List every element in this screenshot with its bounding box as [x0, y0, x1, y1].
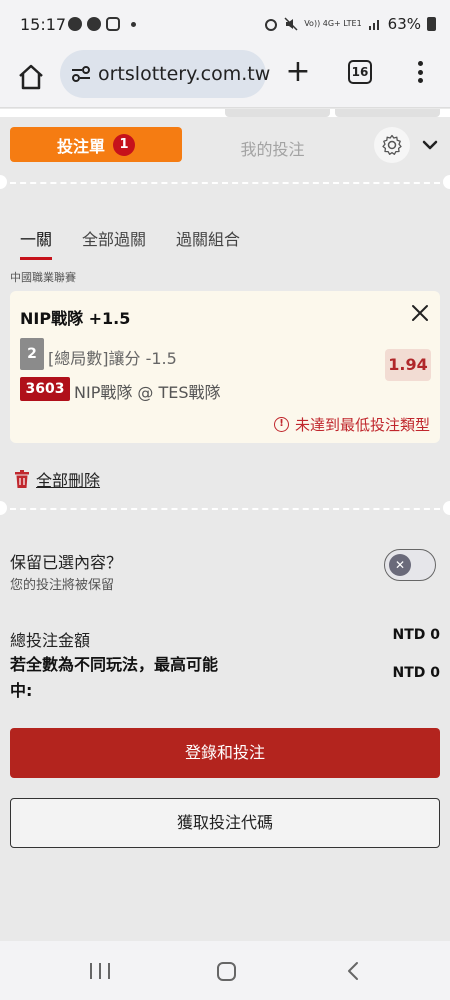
total-stake-value: NTD 0: [392, 627, 440, 643]
recent-apps-icon[interactable]: [90, 963, 110, 979]
alert-icon: !: [273, 417, 289, 432]
gear-icon: [382, 134, 402, 155]
slip-count-badge: 1: [113, 133, 135, 156]
max-win-value: NTD 0: [392, 665, 440, 681]
nav-home-icon[interactable]: [217, 962, 236, 981]
delete-all-link[interactable]: 全部刪除: [14, 467, 100, 491]
event-text: NIP戰隊 @ TES戰隊: [74, 383, 221, 402]
delete-all-label[interactable]: 全部刪除: [36, 467, 100, 491]
site-settings-icon[interactable]: [70, 64, 92, 84]
battery-percent: 63%: [387, 15, 421, 33]
selection-name: NIP戰隊 +1.5: [20, 309, 131, 328]
alarm-icon: [265, 19, 278, 31]
browser-toolbar: ortslottery.com.tw + 16: [0, 50, 450, 108]
toggle-off-icon: ✕: [389, 554, 411, 576]
chevron-down-icon[interactable]: [420, 136, 440, 154]
login-and-bet-button[interactable]: 登錄和投注: [10, 728, 440, 778]
battery-icon: [427, 17, 436, 31]
signal-icon: [368, 20, 379, 30]
chrome-icon: [68, 17, 82, 31]
warning-message: ! 未達到最低投注類型: [273, 414, 430, 435]
system-nav-bar: [0, 941, 450, 1000]
status-bar: 15:17 Vo)) 4G+ LTE1 63%: [0, 0, 450, 50]
more-menu-icon[interactable]: [410, 58, 430, 86]
divider-notch-left: [0, 175, 7, 189]
line-icon: [87, 17, 101, 31]
network-indicator: Vo)) 4G+ LTE1: [304, 19, 362, 28]
retain-selection-subtitle: 您的投注將被保留: [10, 578, 115, 593]
tab-betslip[interactable]: 投注單 1: [10, 127, 182, 162]
tab-all-parlay[interactable]: 全部過關: [82, 226, 146, 258]
trash-icon: [15, 470, 29, 488]
close-icon[interactable]: [410, 303, 430, 323]
retain-selection-title: 保留已選內容？: [10, 553, 123, 572]
divider-notch-right: [443, 175, 450, 189]
system-icons: Vo)) 4G+ LTE1 63%: [264, 15, 436, 33]
bet-selection-card: NIP戰隊 +1.5 2 [總局數]讓分 -1.5 1.94 3603 NIP戰…: [10, 291, 440, 443]
more-notifications-icon: [131, 21, 136, 27]
mute-icon: [284, 17, 298, 31]
market-text: [總局數]讓分 -1.5: [48, 349, 177, 368]
divider-top: [10, 182, 440, 184]
instagram-icon: [106, 17, 120, 31]
new-tab-icon[interactable]: +: [284, 57, 312, 87]
bet-type-tabs: 一關 全部過關 過關組合: [20, 226, 270, 260]
max-win-label: 若全數為不同玩法，最高可能中:: [10, 655, 219, 700]
tab-parlay-combo[interactable]: 過關組合: [176, 226, 240, 258]
notification-icons: [68, 17, 136, 31]
tab-my-bets[interactable]: 我的投注: [190, 136, 355, 160]
event-code: 3603: [20, 377, 70, 401]
divider-bottom: [10, 508, 440, 510]
status-time: 15:17: [20, 15, 67, 34]
divider-notch-right-2: [443, 501, 450, 515]
home-icon[interactable]: [16, 62, 46, 92]
settings-button[interactable]: [374, 127, 410, 163]
tab-single[interactable]: 一關: [20, 226, 53, 260]
page-top-strip: [0, 109, 450, 117]
betslip-page: 投注單 1 我的投注 一關 全部過關 過關組合 中國職業聯賽 NIP戰隊 +1.…: [0, 109, 450, 941]
market-number: 2: [20, 338, 44, 370]
league-name: 中國職業聯賽: [10, 271, 76, 284]
address-bar[interactable]: ortslottery.com.tw: [60, 50, 270, 98]
tab-switcher-button[interactable]: 16: [348, 60, 372, 84]
odds-value: 1.94: [385, 349, 431, 381]
retain-toggle[interactable]: ✕: [384, 549, 436, 581]
tab-betslip-label: 投注單: [56, 136, 105, 156]
back-icon[interactable]: [346, 961, 360, 981]
get-bet-code-button[interactable]: 獲取投注代碼: [10, 798, 440, 848]
url-text[interactable]: ortslottery.com.tw: [98, 63, 270, 85]
total-stake-label: 總投注金額: [10, 631, 91, 650]
warning-text: 未達到最低投注類型: [294, 416, 430, 434]
divider-notch-left-2: [0, 501, 7, 515]
